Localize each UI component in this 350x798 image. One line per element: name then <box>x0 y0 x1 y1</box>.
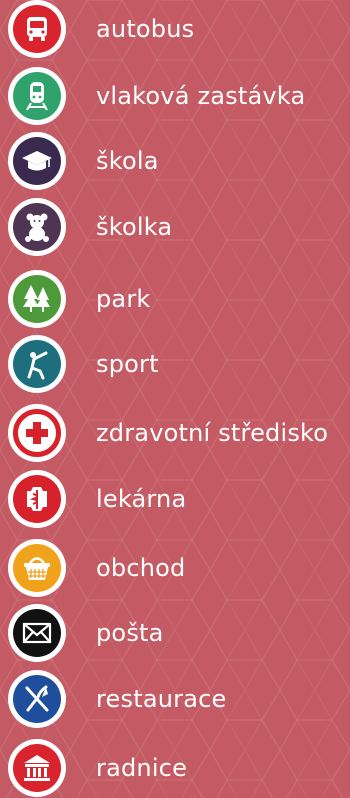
legend-item-skola: škola <box>0 132 350 190</box>
legend-label: lekárna <box>96 485 187 513</box>
legend-label: škola <box>96 147 159 175</box>
stretching-person-icon <box>13 340 61 388</box>
legend-label: park <box>96 285 151 313</box>
medical-cross-icon <box>13 409 61 457</box>
bus-icon <box>13 5 61 53</box>
legend-item-restaurace: restaurace <box>0 670 350 728</box>
legend-label: vlaková zastávka <box>96 82 306 110</box>
badge-sport <box>8 335 66 393</box>
legend-item-zdravotni-stredisko: zdravotní středisko <box>0 404 350 462</box>
legend-item-sport: sport <box>0 335 350 393</box>
legend-label: restaurace <box>96 685 227 713</box>
badge-vlakova-zastavka <box>8 67 66 125</box>
legend-label: radnice <box>96 754 188 782</box>
badge-autobus <box>8 0 66 58</box>
legend-item-radnice: radnice <box>0 739 350 797</box>
legend-item-posta: pošta <box>0 604 350 662</box>
fork-knife-icon <box>13 675 61 723</box>
legend-item-skolka: školka <box>0 198 350 256</box>
badge-skolka <box>8 198 66 256</box>
badge-park <box>8 270 66 328</box>
legend-item-park: park <box>0 270 350 328</box>
train-icon <box>13 72 61 120</box>
legend-item-vlakova-zastavka: vlaková zastávka <box>0 67 350 125</box>
legend-item-autobus: autobus <box>0 0 350 58</box>
shopping-basket-icon <box>13 544 61 592</box>
badge-zdravotni-stredisko <box>8 404 66 462</box>
trees-icon <box>13 275 61 323</box>
graduation-cap-icon <box>13 137 61 185</box>
teddy-bear-icon <box>13 203 61 251</box>
legend-label: obchod <box>96 554 186 582</box>
legend-item-lekarna: lekárna <box>0 470 350 528</box>
legend-label: autobus <box>96 15 195 43</box>
badge-posta <box>8 604 66 662</box>
badge-obchod <box>8 539 66 597</box>
legend-label: pošta <box>96 619 164 647</box>
legend-item-obchod: obchod <box>0 539 350 597</box>
legend-label: školka <box>96 213 173 241</box>
legend-label: sport <box>96 350 159 378</box>
envelope-icon <box>13 609 61 657</box>
legend-label: zdravotní středisko <box>96 419 329 447</box>
badge-restaurace <box>8 670 66 728</box>
badge-lekarna <box>8 470 66 528</box>
pharmacy-caduceus-icon <box>13 475 61 523</box>
town-hall-icon <box>13 744 61 792</box>
badge-radnice <box>8 739 66 797</box>
badge-skola <box>8 132 66 190</box>
